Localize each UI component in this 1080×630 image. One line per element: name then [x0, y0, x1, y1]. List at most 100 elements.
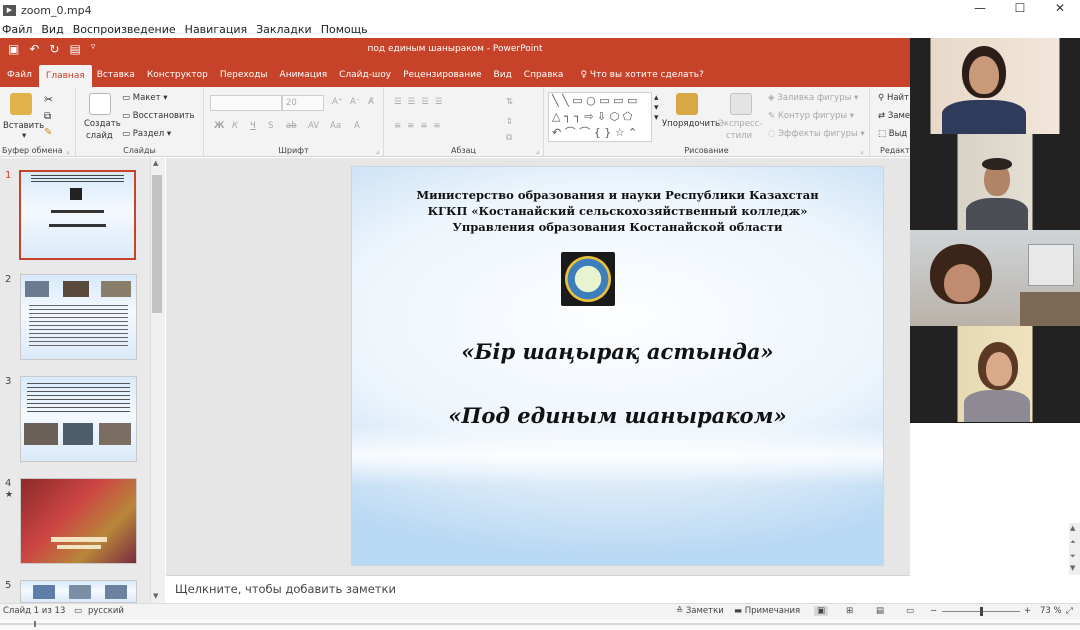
player-progress-track[interactable]	[0, 623, 1080, 625]
paste-icon[interactable]	[10, 93, 32, 115]
tab-file[interactable]: Файл	[2, 70, 39, 87]
section-button[interactable]: ▭ Раздел ▾	[122, 129, 171, 139]
scroll-down-icon[interactable]: ▼	[1070, 564, 1075, 572]
reset-button[interactable]: ▭ Восстановить	[122, 111, 195, 121]
paste-button[interactable]: Вставить	[3, 121, 44, 131]
underline-button[interactable]: Ч	[250, 121, 256, 131]
change-case-button[interactable]: Aa	[330, 121, 341, 131]
menu-help[interactable]: Помощь	[321, 23, 368, 36]
grow-font-icon[interactable]: A⁺	[332, 97, 342, 107]
tab-view[interactable]: Вид	[489, 70, 519, 87]
menu-view[interactable]: Вид	[41, 23, 63, 36]
spacing-button[interactable]: AV	[308, 121, 319, 131]
zoom-slider-thumb[interactable]	[980, 607, 983, 616]
bold-button[interactable]: Ж	[214, 121, 224, 131]
paragraph-launcher-icon[interactable]: ⌟	[536, 147, 539, 155]
font-color-icon[interactable]: A	[354, 121, 360, 131]
font-name-combo[interactable]	[210, 95, 282, 111]
participant-video-2[interactable]	[910, 134, 1080, 230]
thumbnail-scroll-thumb[interactable]	[152, 175, 162, 313]
shape-effects-button[interactable]: ◌ Эффекты фигуры ▾	[768, 129, 865, 139]
next-slide-icon[interactable]: ⏷	[1070, 552, 1076, 561]
arrange-button[interactable]: Упорядочить	[662, 119, 720, 129]
tab-animations[interactable]: Анимация	[275, 70, 335, 87]
layout-button[interactable]: ▭ Макет ▾	[122, 93, 168, 103]
slide-thumbnail-5[interactable]	[20, 580, 137, 603]
participant-video-4[interactable]	[910, 326, 1080, 422]
slide-thumbnail-4[interactable]	[20, 478, 137, 564]
zoom-level[interactable]: 73 %	[1040, 606, 1062, 616]
format-painter-icon[interactable]: ✎	[44, 127, 52, 138]
shapes-gallery[interactable]: ╲ ╲ ▭ ○ ▭ ▭ ▭ △ ┐ ┐ ⇨ ⇩ ⬡ ⬠ ↶ ⌒ ⌒ { } ☆ ⌃	[548, 92, 652, 142]
participant-video-1[interactable]	[910, 38, 1080, 134]
slide-sorter-icon[interactable]: ⊞	[846, 606, 853, 616]
find-button[interactable]: ⚲ Найт	[878, 93, 909, 103]
tab-slideshow[interactable]: Слайд-шоу	[334, 70, 398, 87]
tell-me-box[interactable]: ♀ Что вы хотите сделать?	[570, 70, 709, 87]
font-launcher-icon[interactable]: ⌟	[376, 147, 379, 155]
shape-outline-button[interactable]: ✎ Контур фигуры ▾	[768, 111, 854, 121]
slideshow-view-icon[interactable]: ▭	[906, 606, 914, 616]
copy-icon[interactable]: ⧉	[44, 111, 51, 122]
list-icons[interactable]: ☰☰☰☰	[394, 97, 448, 107]
quick-styles-button-line2[interactable]: стили	[726, 131, 752, 141]
tab-insert[interactable]: Вставка	[92, 70, 142, 87]
notes-button[interactable]: ≙ Заметки	[676, 606, 724, 616]
menu-navigation[interactable]: Навигация	[185, 23, 247, 36]
font-size-combo[interactable]: 20	[282, 95, 324, 111]
tab-review[interactable]: Рецензирование	[398, 70, 488, 87]
close-icon[interactable]: ✕	[1040, 0, 1080, 20]
cut-icon[interactable]: ✂	[44, 93, 53, 106]
replace-button[interactable]: ⇄ Заме	[878, 111, 910, 121]
shrink-font-icon[interactable]: A⁻	[350, 97, 360, 107]
maximize-icon[interactable]: ☐	[1000, 0, 1040, 20]
new-slide-button[interactable]: Создать	[84, 119, 121, 129]
quick-styles-button[interactable]: Экспресс-	[718, 119, 762, 129]
notes-pane[interactable]: Щелкните, чтобы добавить заметки	[166, 575, 910, 603]
fit-to-window-icon[interactable]: ⤢	[1066, 606, 1073, 616]
scroll-up-icon[interactable]: ▲	[153, 159, 158, 167]
drawing-launcher-icon[interactable]: ⌟	[860, 147, 863, 155]
zoom-in-icon[interactable]: +	[1024, 606, 1031, 616]
tab-transitions[interactable]: Переходы	[215, 70, 275, 87]
prev-slide-icon[interactable]: ⏶	[1070, 538, 1076, 547]
menu-playback[interactable]: Воспроизведение	[73, 23, 176, 36]
scroll-up-icon[interactable]: ▲	[1070, 524, 1075, 532]
new-slide-icon[interactable]	[89, 93, 111, 115]
comments-button[interactable]: ▬ Примечания	[734, 606, 800, 616]
strikethrough-button[interactable]: ab	[286, 121, 297, 131]
new-slide-button-line2[interactable]: слайд	[86, 131, 113, 141]
slide-thumbnail-2[interactable]	[20, 274, 137, 360]
participant-video-3[interactable]	[910, 230, 1080, 326]
reading-view-icon[interactable]: ▤	[876, 606, 884, 616]
dropdown-icon[interactable]: ▾	[22, 131, 26, 141]
normal-view-icon[interactable]: ▣	[814, 606, 829, 616]
select-button[interactable]: ⬚ Выд	[878, 129, 907, 139]
tab-help[interactable]: Справка	[519, 70, 571, 87]
player-progress-thumb[interactable]	[34, 621, 36, 627]
arrange-icon[interactable]	[676, 93, 698, 115]
shadow-button[interactable]: S	[268, 121, 273, 131]
text-direction-icon[interactable]: ⇅	[506, 97, 513, 107]
language[interactable]: русский	[88, 606, 124, 616]
current-slide[interactable]: Министерство образования и науки Республ…	[351, 166, 884, 566]
menu-bookmarks[interactable]: Закладки	[256, 23, 312, 36]
quick-styles-icon[interactable]	[730, 93, 752, 115]
align-icons[interactable]: ≡≡≡≡	[394, 121, 447, 131]
zoom-out-icon[interactable]: −	[930, 606, 937, 616]
smartart-icon[interactable]: ⧉	[506, 133, 512, 143]
clear-format-icon[interactable]: A̸	[368, 97, 374, 107]
clipboard-launcher-icon[interactable]: ⌟	[66, 147, 69, 155]
tab-design[interactable]: Конструктор	[142, 70, 215, 87]
spellcheck-icon[interactable]: ▭	[74, 606, 82, 616]
italic-button[interactable]: К	[232, 121, 238, 131]
slide-thumbnail-1[interactable]	[19, 170, 136, 260]
scroll-down-icon[interactable]: ▼	[153, 592, 158, 600]
gallery-scroll-icon[interactable]: ▴ ▾ ▾	[654, 93, 659, 123]
minimize-icon[interactable]: —	[960, 0, 1000, 20]
align-text-icon[interactable]: ⇕	[506, 117, 513, 127]
slide-thumbnail-3[interactable]	[20, 376, 137, 462]
shape-fill-button[interactable]: ◈ Заливка фигуры ▾	[768, 93, 858, 103]
menu-file[interactable]: Файл	[2, 23, 32, 36]
tab-home[interactable]: Главная	[38, 65, 92, 87]
